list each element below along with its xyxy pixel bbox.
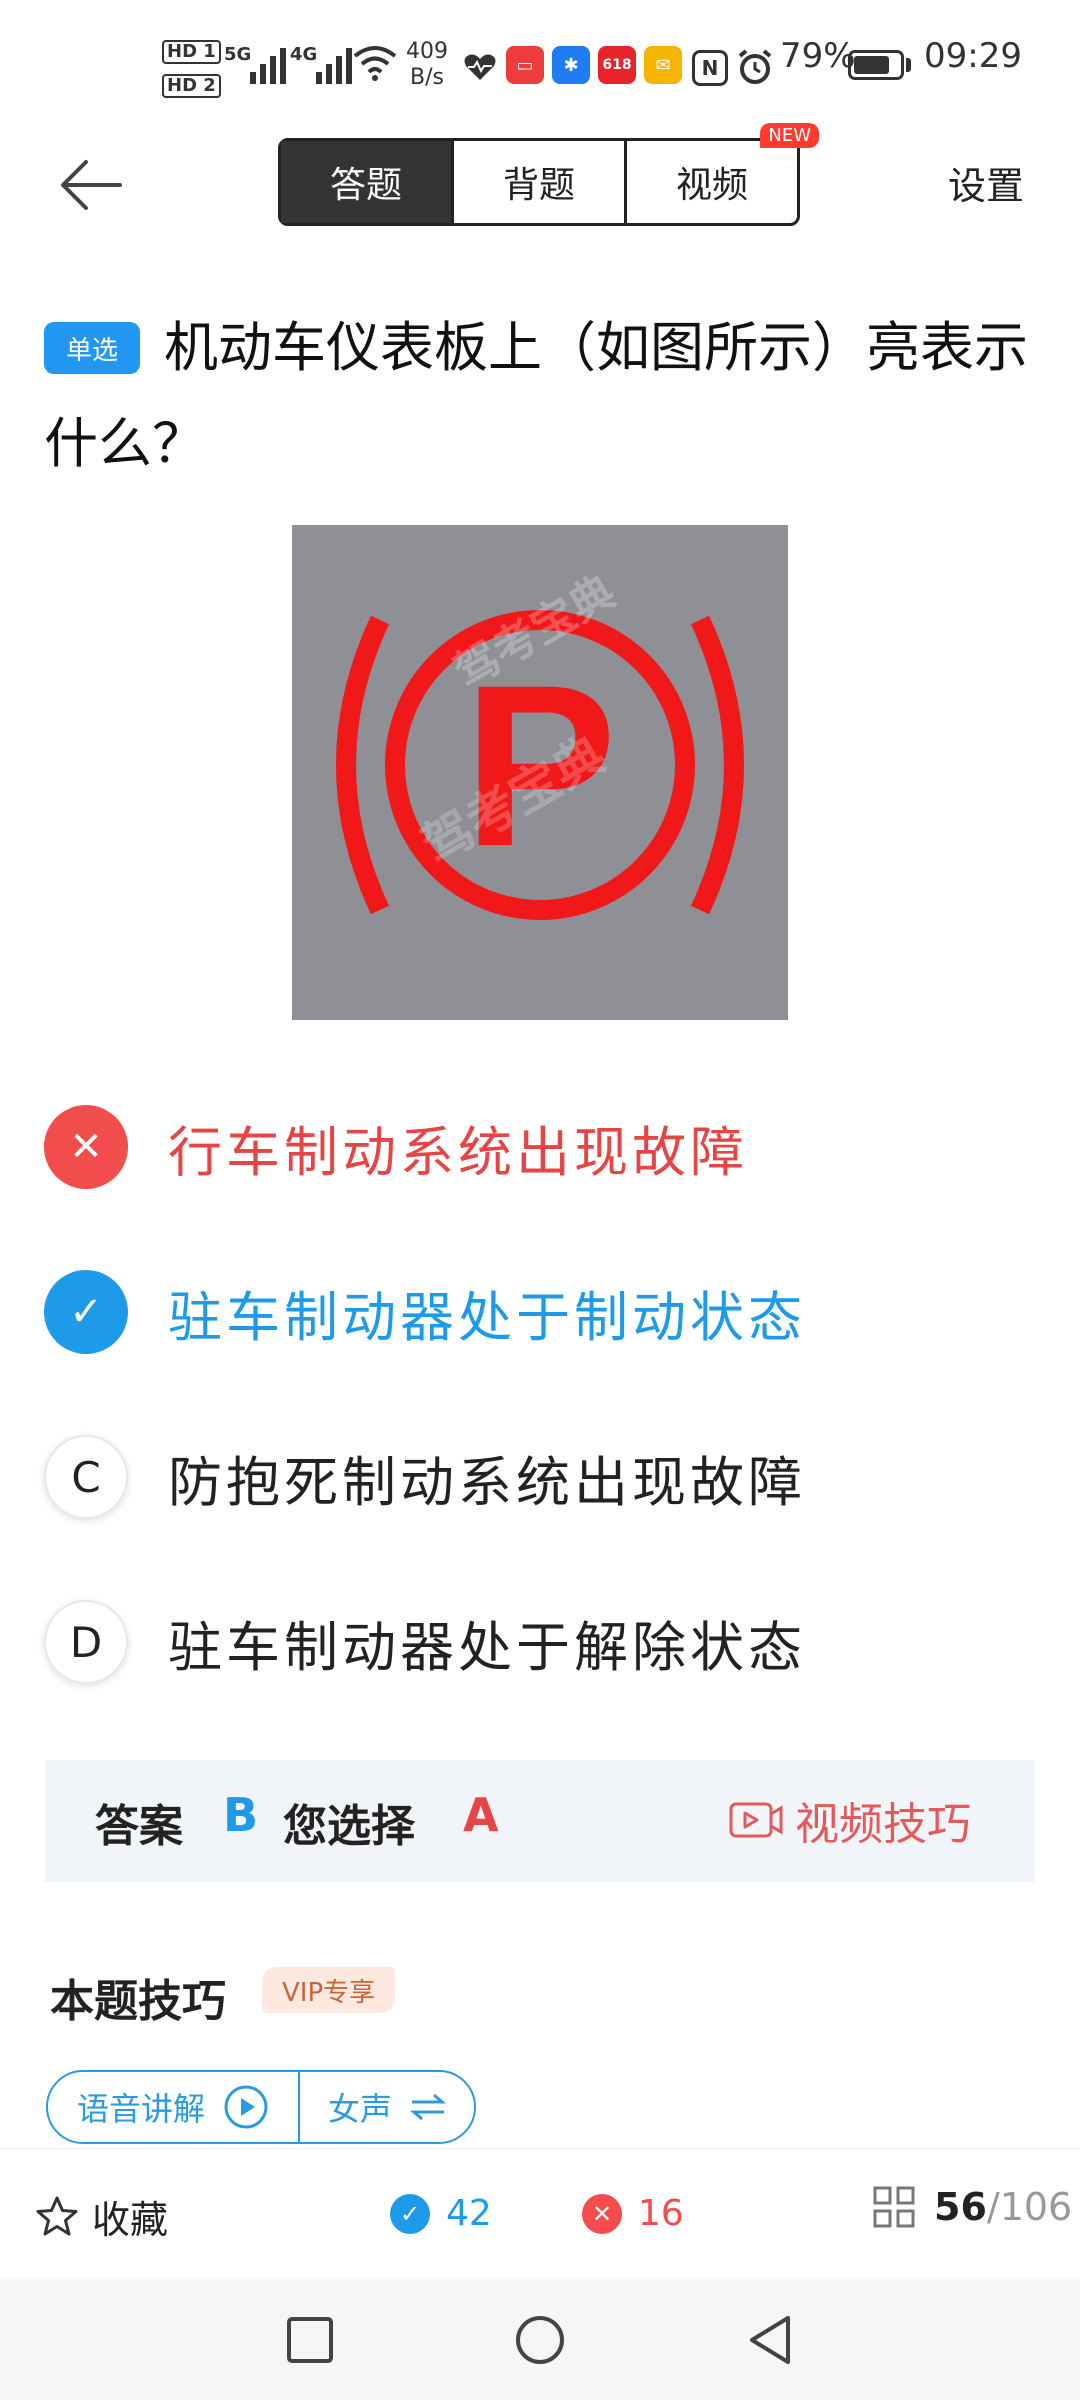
tips-title: 本题技巧 [50, 1976, 226, 2027]
voice-gender-switch[interactable]: 女声 [300, 2072, 474, 2142]
your-choice-value: A [463, 1788, 499, 1842]
favorite-button[interactable]: 收藏 [34, 2189, 168, 2244]
wifi-icon [353, 46, 397, 81]
answer-label: 答案 [95, 1801, 183, 1852]
bottom-toolbar: 收藏 ✓ 42 ✕ 16 56/106 [0, 2148, 1080, 2279]
recent-apps-icon[interactable] [284, 2314, 336, 2366]
single-choice-badge: 单选 [44, 322, 140, 374]
option-d-text: 驻车制动器处于解除状态 [168, 1615, 806, 1679]
net-speed-unit: B/s [410, 65, 444, 90]
signal-5g-icon [250, 40, 286, 84]
system-nav-bar [0, 2278, 1080, 2400]
network-4g-label: 4G [290, 44, 318, 65]
grid-icon [873, 2186, 915, 2228]
wrong-cross-icon: ✕ [582, 2193, 622, 2234]
huawei-app-icon: ▭ [506, 46, 544, 84]
option-d-marker: D [44, 1600, 128, 1684]
answer-bar: 答案 B 您选择 A 视频技巧 [45, 1760, 1035, 1882]
system-back-icon[interactable] [744, 2314, 796, 2366]
question-text: 机动车仪表板上（如图所示）亮表示什么？ [44, 316, 1028, 475]
tab-recite[interactable]: 背题 [451, 141, 624, 223]
tab-video-label: 视频 [675, 165, 748, 206]
voice-explain-control: 语音讲解 女声 [46, 2070, 476, 2144]
option-b[interactable]: ✓ 驻车制动器处于制动状态 [44, 1267, 1044, 1357]
battery-icon [848, 50, 904, 80]
network-5g-label: 5G [224, 44, 252, 65]
correct-count-value: 42 [446, 2193, 492, 2234]
mail-app-icon: ✉ [644, 46, 682, 84]
home-icon[interactable] [514, 2314, 566, 2366]
option-b-text: 驻车制动器处于制动状态 [168, 1285, 806, 1349]
option-c-marker: C [44, 1435, 128, 1519]
status-bar: HD 1 HD 2 5G 4G 409 B/s ▭ ✱ 618 ✉ N 79% … [0, 0, 1080, 120]
settings-button[interactable]: 设置 [948, 155, 1024, 210]
switch-arrows-icon [410, 2093, 446, 2121]
correct-check-icon: ✓ [390, 2193, 430, 2234]
back-arrow-icon[interactable] [56, 150, 126, 220]
video-tip-button[interactable]: 视频技巧 [729, 1790, 971, 1850]
correct-check-icon: ✓ [44, 1270, 128, 1354]
answer-value: B [223, 1788, 259, 1842]
new-badge: NEW [760, 123, 819, 148]
tab-recite-label: 背题 [502, 165, 575, 206]
hd2-indicator: HD 2 [162, 74, 221, 98]
voice-gender-label: 女声 [327, 2090, 392, 2128]
health-heart-icon [464, 54, 496, 80]
video-camera-icon [729, 1802, 783, 1838]
option-c[interactable]: C 防抱死制动系统出现故障 [44, 1432, 1044, 1522]
tab-answer[interactable]: 答题 [281, 141, 451, 223]
question-progress[interactable]: 56/106 [872, 2185, 1072, 2229]
correct-count[interactable]: ✓ 42 [390, 2193, 492, 2234]
net-speed-value: 409 [406, 39, 448, 64]
your-choice-label: 您选择 [283, 1801, 415, 1852]
option-c-text: 防抱死制动系统出现故障 [168, 1450, 806, 1514]
current-question-index: 56 [934, 2185, 987, 2229]
tab-video[interactable]: 视频 NEW [624, 123, 819, 223]
wrong-count-value: 16 [638, 2193, 684, 2234]
signal-4g-icon [316, 40, 352, 84]
alarm-icon [738, 49, 772, 84]
total-questions: /106 [986, 2185, 1073, 2229]
wrong-mark-icon: ✕ [44, 1105, 128, 1189]
hd1-indicator: HD 1 [162, 40, 221, 64]
tab-answer-label: 答题 [329, 165, 402, 206]
option-d[interactable]: D 驻车制动器处于解除状态 [44, 1597, 1044, 1687]
voice-explain-button[interactable]: 语音讲解 [48, 2072, 300, 2142]
voice-explain-label: 语音讲解 [76, 2090, 205, 2128]
parking-brake-image: P 驾考宝典 驾考宝典 [292, 525, 788, 1020]
option-a[interactable]: ✕ 行车制动系统出现故障 [44, 1102, 1044, 1192]
618-app-icon: 618 [598, 46, 636, 84]
wrong-count[interactable]: ✕ 16 [582, 2193, 684, 2234]
mode-tabs: 答题 背题 视频 NEW [278, 123, 819, 226]
battery-tip [906, 58, 911, 72]
star-app-icon: ✱ [552, 46, 590, 84]
star-icon [36, 2196, 78, 2235]
parking-brake-warning-icon: P 驾考宝典 驾考宝典 [336, 566, 744, 920]
option-a-text: 行车制动系统出现故障 [168, 1120, 748, 1184]
battery-percent: 79% [780, 36, 856, 76]
nfc-icon: N [692, 50, 728, 86]
vip-badge: VIP专享 [262, 1967, 396, 2013]
clock: 09:29 [924, 36, 1022, 76]
play-icon [224, 2085, 268, 2129]
favorite-label: 收藏 [92, 2198, 169, 2242]
video-tip-label: 视频技巧 [795, 1799, 971, 1850]
